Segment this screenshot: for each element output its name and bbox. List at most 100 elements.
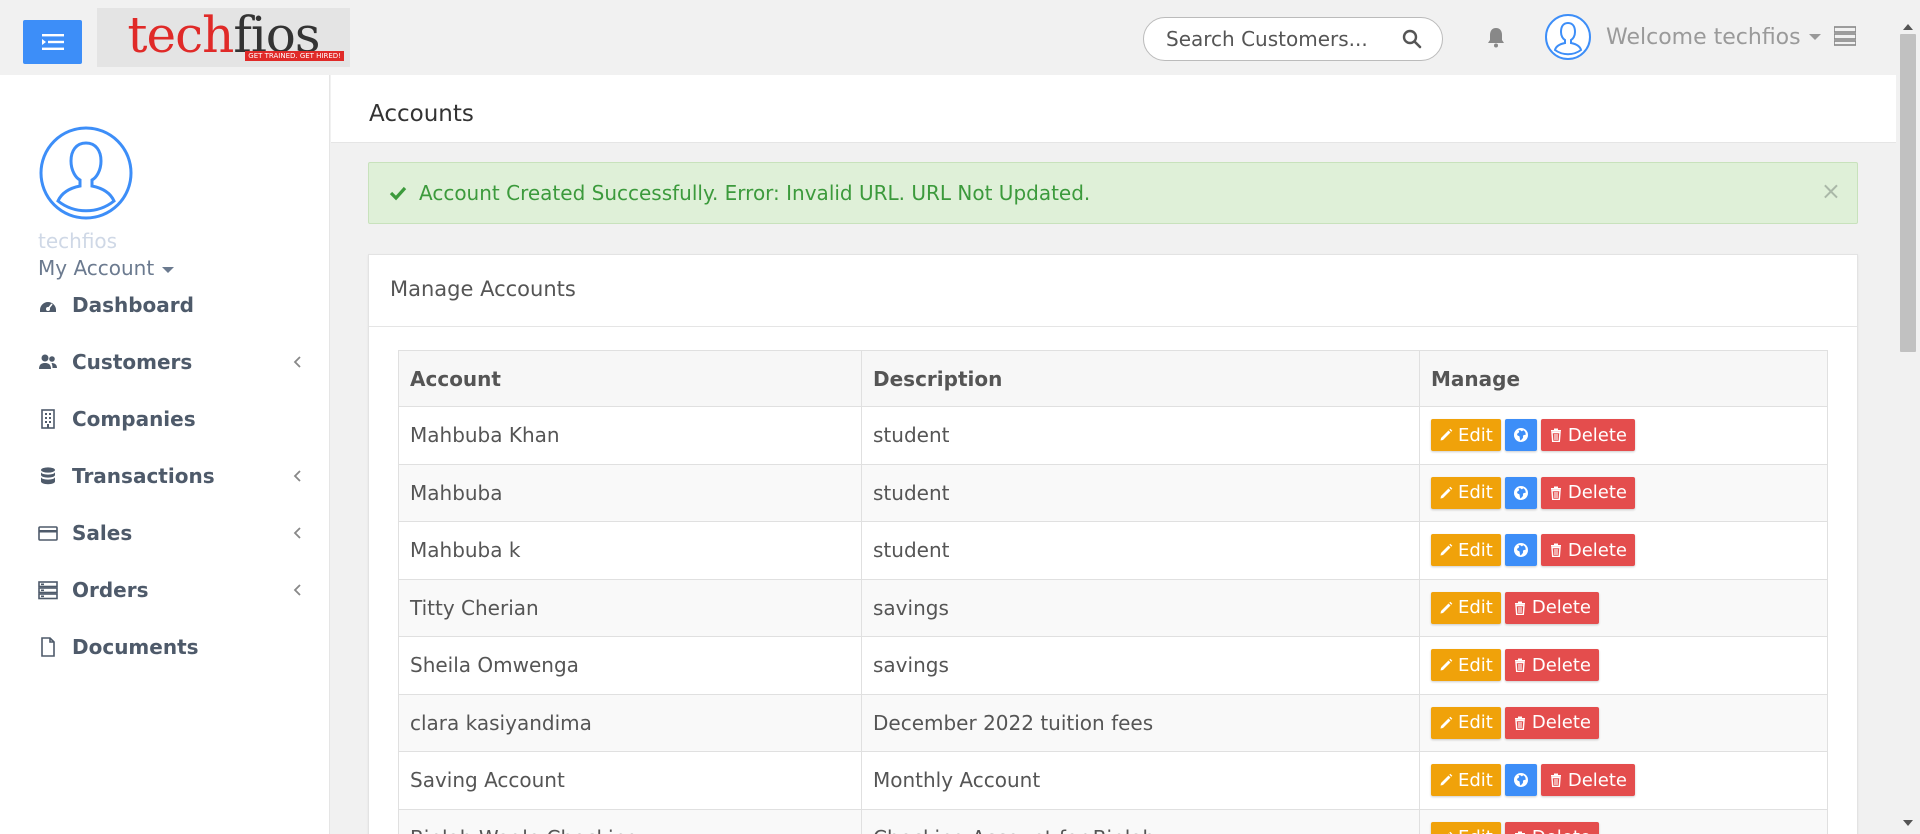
account-name-cell: Mahbuba Khan (398, 406, 862, 465)
edit-label: Edit (1458, 482, 1493, 504)
manage-cell: Edit Delete (1419, 521, 1828, 580)
sidebar-item-transactions[interactable]: Transactions (0, 446, 330, 506)
profile-avatar-icon[interactable] (38, 125, 134, 221)
delete-button[interactable]: Delete (1504, 591, 1600, 624)
chevron-down-icon (1808, 34, 1821, 40)
delete-label: Delete (1567, 482, 1628, 504)
techfios-logo[interactable]: techfios GET TRAINED. GET HIRED! (97, 8, 350, 67)
account-name-cell: Sheila Omwenga (398, 636, 862, 695)
success-alert: Account Created Successfully. Error: Inv… (368, 162, 1858, 224)
trash-icon (1550, 428, 1561, 443)
delete-button[interactable]: Delete (1540, 534, 1636, 567)
search-icon[interactable] (1402, 29, 1422, 49)
delete-button[interactable]: Delete (1540, 476, 1636, 509)
view-link-button[interactable] (1504, 419, 1537, 452)
scrollbar-thumb[interactable] (1900, 34, 1916, 352)
edit-button[interactable]: Edit (1431, 534, 1501, 567)
sidebar-item-companies[interactable]: Companies (0, 389, 330, 449)
search-input[interactable] (1166, 27, 1402, 51)
user-menu[interactable]: Welcome techfios (1544, 12, 1821, 62)
table-header-row: Account Description Manage (398, 350, 1828, 407)
delete-button[interactable]: Delete (1540, 419, 1636, 452)
accounts-table: Account Description Manage Mahbuba Khan s… (398, 350, 1828, 834)
pencil-icon (1440, 428, 1453, 441)
right-menu-icon[interactable] (1834, 26, 1856, 46)
page-scrollbar[interactable] (1896, 0, 1920, 834)
page-title: Accounts (369, 101, 474, 127)
description-cell: student (861, 521, 1420, 580)
manage-cell: Edit Delete (1419, 808, 1828, 834)
column-header-manage: Manage (1419, 350, 1828, 407)
edit-label: Edit (1458, 654, 1493, 676)
delete-label: Delete (1531, 712, 1592, 734)
pencil-icon (1440, 486, 1453, 499)
table-row: Mahbuba Khan student Edit Delete (398, 406, 1828, 465)
sidebar-item-sales[interactable]: Sales (0, 503, 330, 563)
globe-icon (1513, 428, 1528, 443)
trash-icon (1550, 486, 1561, 500)
delete-button[interactable]: Delete (1504, 821, 1600, 834)
manage-cell: Edit Delete (1419, 636, 1828, 695)
page-header: Accounts (331, 75, 1896, 143)
delete-button[interactable]: Delete (1540, 764, 1636, 797)
delete-button[interactable]: Delete (1504, 649, 1600, 682)
pencil-icon (1440, 543, 1453, 556)
manage-cell: Edit Delete (1419, 578, 1828, 637)
server-icon (38, 581, 58, 600)
sidebar-toggle-button[interactable] (23, 20, 82, 64)
account-name-cell: Mahbuba k (398, 521, 862, 580)
chevron-left-icon (293, 356, 301, 368)
trash-icon (1514, 601, 1525, 615)
edit-button[interactable]: Edit (1431, 821, 1501, 834)
panel-title: Manage Accounts (390, 277, 576, 301)
globe-icon (1513, 543, 1528, 558)
trash-icon (1550, 543, 1561, 558)
pencil-icon (1440, 658, 1453, 671)
view-link-button[interactable] (1504, 476, 1537, 509)
chevron-left-icon (293, 470, 301, 482)
manage-cell: Edit Delete (1419, 693, 1828, 752)
description-cell: savings (861, 578, 1420, 637)
scroll-down-arrow-icon[interactable] (1903, 820, 1913, 826)
description-cell: Monthly Account (861, 751, 1420, 810)
edit-button[interactable]: Edit (1431, 706, 1501, 739)
pencil-icon (1440, 601, 1453, 614)
alert-message: Account Created Successfully. Error: Inv… (419, 181, 1091, 205)
delete-label: Delete (1567, 769, 1628, 791)
description-cell: Checking Account for Biplab (861, 808, 1420, 834)
view-link-button[interactable] (1504, 534, 1537, 567)
search-box (1143, 17, 1443, 61)
user-avatar-icon (1545, 14, 1591, 60)
sidebar: techfios My Account Dashboard Customers … (0, 75, 330, 834)
table-row: Titty Cherian savings Edit Delete (398, 578, 1828, 637)
delete-label: Delete (1532, 827, 1591, 834)
edit-label: Edit (1458, 597, 1493, 619)
sidebar-item-dashboard[interactable]: Dashboard (0, 275, 330, 335)
globe-icon (1513, 485, 1528, 500)
trash-icon (1514, 716, 1525, 730)
edit-button[interactable]: Edit (1431, 764, 1501, 797)
delete-label: Delete (1567, 424, 1628, 446)
divider (369, 326, 1857, 327)
table-row: Sheila Omwenga savings Edit Delete (398, 636, 1828, 695)
credit-card-icon (38, 526, 58, 541)
table-row: clara kasiyandima December 2022 tuition f… (398, 693, 1828, 752)
delete-label: Delete (1531, 654, 1592, 676)
scroll-up-arrow-icon[interactable] (1903, 24, 1913, 30)
bell-icon[interactable] (1484, 25, 1508, 49)
edit-button[interactable]: Edit (1431, 476, 1501, 509)
edit-button[interactable]: Edit (1431, 649, 1501, 682)
close-icon[interactable]: × (1821, 179, 1841, 203)
edit-label: Edit (1458, 539, 1493, 561)
menu-toggle-icon (41, 34, 64, 50)
view-link-button[interactable] (1504, 764, 1537, 797)
main-content: Accounts Account Created Successfully. E… (331, 75, 1896, 834)
sidebar-item-orders[interactable]: Orders (0, 560, 330, 620)
sidebar-item-customers[interactable]: Customers (0, 332, 330, 392)
delete-button[interactable]: Delete (1504, 706, 1600, 739)
edit-button[interactable]: Edit (1431, 419, 1501, 452)
edit-button[interactable]: Edit (1431, 591, 1501, 624)
dashboard-icon (40, 302, 56, 312)
sidebar-item-documents[interactable]: Documents (0, 617, 330, 677)
account-name-cell: clara kasiyandima (398, 693, 862, 752)
